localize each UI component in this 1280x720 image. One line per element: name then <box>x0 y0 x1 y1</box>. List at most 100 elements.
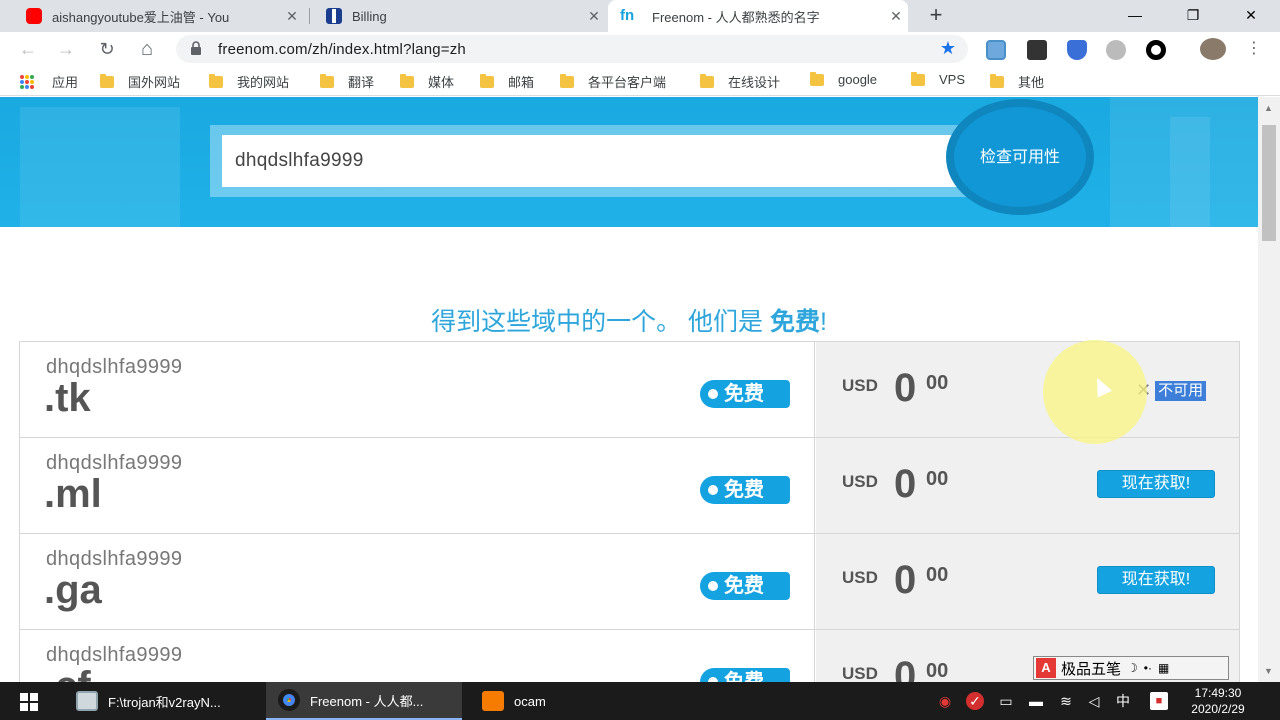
wifi-icon[interactable]: ≋ <box>1057 692 1075 710</box>
folder-icon <box>560 73 574 88</box>
bookmark-label: 国外网站 <box>128 75 181 90</box>
clock-date: 2020/2/29 <box>1191 702 1245 716</box>
scroll-up-icon[interactable]: ▲ <box>1264 103 1273 113</box>
price-cents: 00 <box>926 564 949 586</box>
page-scrollbar[interactable]: ▲ ▼ <box>1258 97 1280 682</box>
folder-icon <box>480 73 494 88</box>
ocam-icon <box>482 691 504 711</box>
get-it-now-button[interactable]: 现在获取! <box>1097 470 1215 498</box>
battery-icon[interactable]: ▬ <box>1027 692 1045 710</box>
extension-cube-icon[interactable] <box>1027 40 1047 60</box>
home-button[interactable]: ⌂ <box>133 36 161 62</box>
close-icon[interactable]: ✕ <box>582 8 606 25</box>
ime-tray-icon[interactable]: ■ <box>1150 692 1168 710</box>
bookmark-folder[interactable]: 我的网站 <box>209 72 289 91</box>
bookmark-folder[interactable]: 翻译 <box>320 72 374 91</box>
system-clock[interactable]: 17:49:30 2020/2/29 <box>1180 685 1256 717</box>
link-icon[interactable] <box>1106 40 1126 60</box>
scrollbar-thumb[interactable] <box>1262 125 1276 241</box>
reload-button[interactable]: ↻ <box>93 36 121 62</box>
ime-toolbar[interactable]: A 极品五笔 ☽ •· ▦ <box>1033 656 1229 680</box>
taskbar-item-explorer[interactable]: F:\trojan和v2rayN... <box>64 682 260 720</box>
domain-tld: .ga <box>44 568 102 612</box>
bookmark-folder[interactable]: 在线设计 <box>700 72 780 91</box>
taskbar-label: ocam <box>514 693 546 709</box>
price-amount: 0 <box>894 654 917 682</box>
domain-tld: .tk <box>44 376 91 420</box>
currency: USD <box>842 664 878 682</box>
search-hero: 检查可用性 <box>0 97 1258 227</box>
taskbar-item-ocam[interactable]: ocam <box>470 682 600 720</box>
volume-icon[interactable]: ◁ <box>1085 692 1103 710</box>
check-availability-button[interactable]: 检查可用性 <box>946 99 1094 215</box>
folder-icon <box>911 71 925 86</box>
maximize-button[interactable]: ❐ <box>1168 0 1218 32</box>
check-app-icon[interactable]: ✓ <box>966 692 984 710</box>
tagline-end: ! <box>819 308 827 336</box>
back-button[interactable]: ← <box>14 36 42 62</box>
bookmark-folder[interactable]: VPS <box>911 71 966 87</box>
hero-background <box>20 107 180 227</box>
tab-billing[interactable]: Billing ✕ <box>314 0 606 32</box>
free-badge: 免费 <box>700 572 790 600</box>
tab-title: Billing <box>352 8 387 24</box>
close-icon[interactable]: ✕ <box>884 8 908 25</box>
get-it-now-button[interactable]: 现在获取! <box>1097 566 1215 594</box>
taskbar: F:\trojan和v2rayN... Freenom - 人人都... oca… <box>0 682 1280 720</box>
lock-icon <box>191 41 201 55</box>
new-tab-button[interactable]: + <box>922 2 950 30</box>
ime-label: 极品五笔 <box>1061 660 1122 678</box>
url-text[interactable]: freenom.com/zh/index.html?lang=zh <box>218 41 466 58</box>
close-icon[interactable]: ✕ <box>280 8 304 25</box>
avatar[interactable] <box>1200 38 1226 60</box>
currency: USD <box>842 568 878 587</box>
address-bar[interactable]: freenom.com/zh/index.html?lang=zh ★ <box>176 35 968 63</box>
taskbar-label: F:\trojan和v2rayN... <box>108 694 221 710</box>
menu-icon[interactable]: ⋮ <box>1240 36 1268 62</box>
youtube-icon <box>26 8 42 24</box>
moon-icon[interactable]: ☽ <box>1127 661 1138 675</box>
domain-search-input[interactable] <box>222 135 967 187</box>
bookmark-folder[interactable]: 各平台客户端 <box>560 72 666 91</box>
punctuation-icon[interactable]: •· <box>1144 661 1152 675</box>
tab-youtube[interactable]: aishangyoutube爱上油管 - You ✕ <box>14 0 304 32</box>
forward-button[interactable]: → <box>52 36 80 62</box>
circle-icon[interactable] <box>1146 40 1166 60</box>
tab-freenom[interactable]: fn Freenom - 人人都熟悉的名字 ✕ <box>608 0 908 32</box>
free-badge: 免费 <box>700 380 790 408</box>
domain-cell: dhqdslhfa9999 .tk 免费 <box>20 342 815 437</box>
folder-window-icon <box>76 691 98 711</box>
free-badge-label: 免费 <box>724 383 764 405</box>
folder-icon <box>990 73 1004 88</box>
domain-cell: dhqdslhfa9999 .cf 免费 <box>20 630 815 682</box>
bookmark-folder[interactable]: 媒体 <box>400 72 454 91</box>
folder-icon <box>810 71 824 86</box>
chrome-icon <box>278 689 300 711</box>
bookmark-star-icon[interactable]: ★ <box>940 38 956 59</box>
monitor-icon[interactable]: ▭ <box>997 692 1015 710</box>
price-cents: 00 <box>926 468 949 490</box>
bookmark-folder[interactable]: 邮箱 <box>480 72 534 91</box>
folder-icon <box>400 73 414 88</box>
free-badge: 免费 <box>700 476 790 504</box>
keyboard-icon[interactable]: ▦ <box>1158 661 1169 675</box>
input-language[interactable]: 中 <box>1114 692 1132 710</box>
bookmark-apps[interactable]: 应用 <box>20 72 78 91</box>
bookmark-folder[interactable]: 国外网站 <box>100 72 180 91</box>
scroll-down-icon[interactable]: ▼ <box>1264 666 1273 676</box>
minimize-button[interactable]: — <box>1110 0 1160 32</box>
bookmark-label: VPS <box>939 72 966 87</box>
extension-icon[interactable] <box>986 40 1006 60</box>
bookmark-folder[interactable]: 其他 <box>990 72 1044 91</box>
bookmark-folder[interactable]: google <box>810 71 877 87</box>
close-window-button[interactable]: ✕ <box>1226 0 1276 32</box>
taskbar-item-chrome[interactable]: Freenom - 人人都... <box>266 682 462 720</box>
bookmark-label: 各平台客户端 <box>588 75 667 90</box>
record-icon[interactable]: ◉ <box>936 692 954 710</box>
hero-background <box>1170 117 1210 227</box>
shield-icon[interactable] <box>1067 40 1087 60</box>
bookmark-label: 邮箱 <box>508 75 535 90</box>
price-amount: 0 <box>894 366 917 410</box>
windows-start-icon[interactable] <box>20 693 38 711</box>
clock-time: 17:49:30 <box>1194 686 1242 700</box>
